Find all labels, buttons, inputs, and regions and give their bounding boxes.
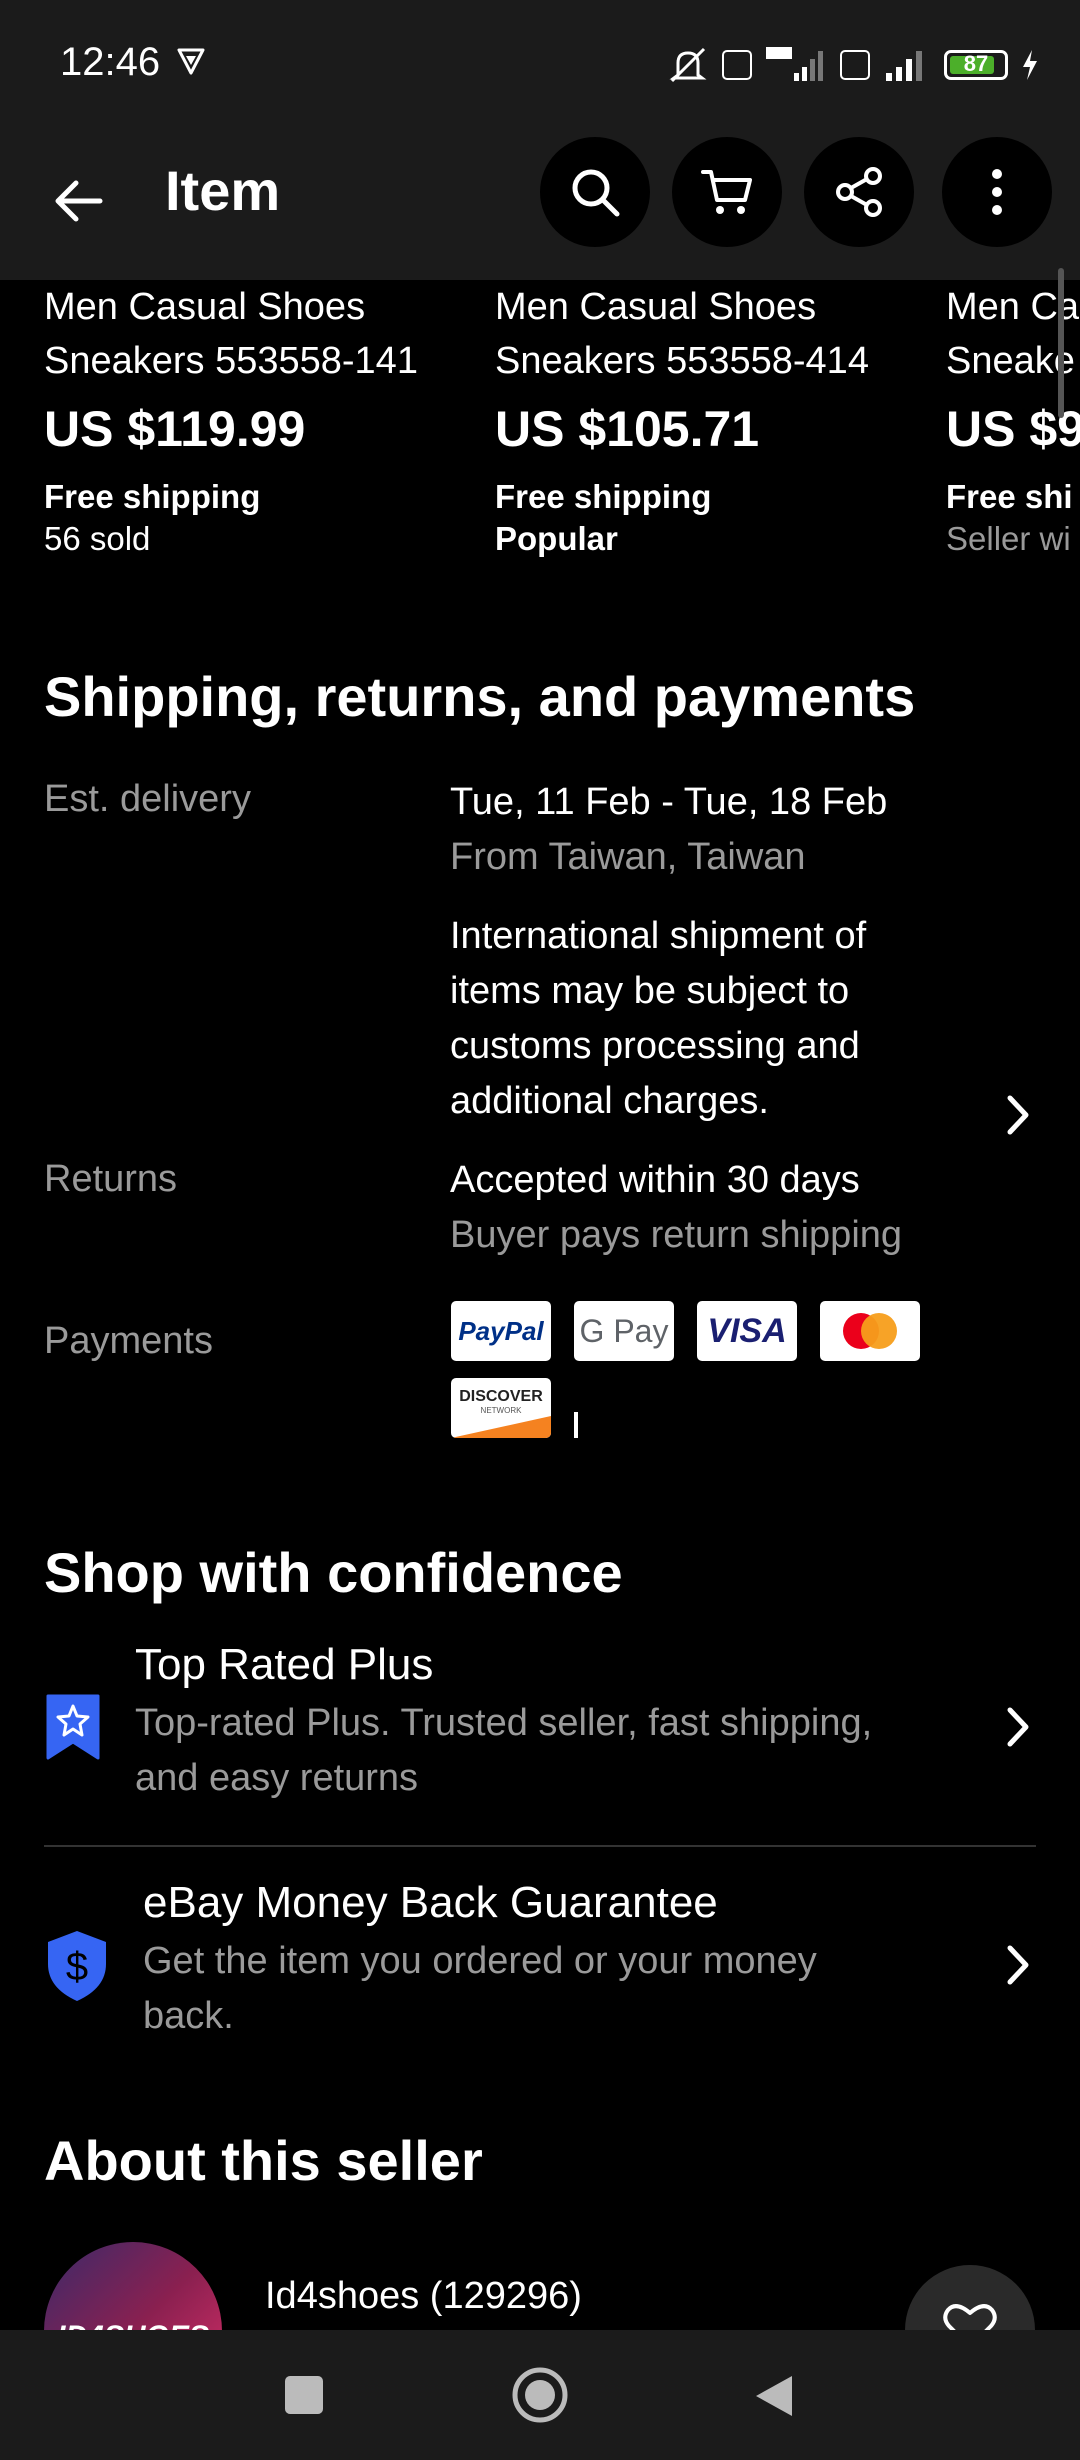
chevron-right-icon[interactable]	[998, 1090, 1038, 1140]
delivery-label: Est. delivery	[44, 778, 251, 820]
money-back-guarantee-row[interactable]: $ eBay Money Back Guarantee Get the item…	[0, 1878, 1080, 2048]
system-nav-bar	[0, 2330, 1080, 2460]
item-price: US $119.99	[44, 401, 306, 457]
item-title: Men Casual Shoes	[44, 286, 366, 328]
similar-item-card[interactable]: Men Casual Shoes Sneakers 553558-141 US …	[44, 280, 464, 558]
item-price: US $105.71	[495, 401, 760, 457]
status-icons: 87	[666, 40, 1040, 90]
item-title: Sneakers 553558-414	[495, 340, 869, 382]
guarantee-sub: back.	[143, 1995, 234, 2037]
back-nav-button[interactable]	[752, 2372, 796, 2420]
google-pay-logo: G Pay	[574, 1301, 674, 1361]
guarantee-title: eBay Money Back Guarantee	[143, 1878, 718, 1927]
google-pay-text: G Pay	[579, 1312, 669, 1349]
top-rated-badge-icon	[46, 1694, 100, 1760]
guarantee-sub: Get the item you ordered or your money	[143, 1940, 817, 1982]
visa-text: VISA	[707, 1311, 787, 1350]
top-rated-plus-row[interactable]: Top Rated Plus Top-rated Plus. Trusted s…	[0, 1640, 1080, 1810]
item-shipping: Free shipping	[44, 478, 261, 515]
discover-text: DISCOVER	[459, 1387, 543, 1405]
home-button[interactable]	[510, 2365, 570, 2425]
top-rated-sub: Top-rated Plus. Trusted seller, fast shi…	[135, 1702, 873, 1744]
intl-line: additional charges.	[450, 1080, 769, 1122]
guarantee-shield-icon: $	[48, 1931, 106, 2001]
chevron-right-icon	[1007, 1707, 1029, 1747]
signal-icon	[886, 51, 922, 81]
item-popular-badge: Popular	[495, 520, 618, 557]
search-icon	[572, 169, 620, 217]
mute-bell-icon	[669, 47, 707, 83]
payments-label: Payments	[44, 1320, 213, 1362]
divider	[44, 1845, 1036, 1847]
paypal-logo: PayPal	[451, 1301, 551, 1361]
share-button[interactable]	[804, 137, 914, 247]
similar-item-card[interactable]: Men Casual Shoes Sneakers 553558-414 US …	[495, 280, 915, 558]
volte-lte-icon	[840, 50, 870, 80]
returns-info: Accepted within 30 days Buyer pays retur…	[450, 1153, 970, 1263]
page-title: Item	[165, 159, 281, 222]
chevron-right-icon	[1007, 1945, 1029, 1985]
status-time: 12:46	[60, 40, 161, 84]
share-icon	[836, 167, 882, 217]
more-options-button[interactable]	[942, 137, 1052, 247]
app-header: Item	[0, 128, 1080, 280]
status-bar: 12:46 87	[0, 0, 1080, 128]
intl-line: International shipment of	[450, 915, 867, 957]
search-button[interactable]	[540, 137, 650, 247]
svg-text:$: $	[66, 1945, 88, 1989]
discover-network-text: NETWORK	[480, 1405, 522, 1415]
charging-icon	[1023, 50, 1037, 80]
scrollbar[interactable]	[1058, 268, 1064, 418]
cart-icon	[701, 170, 752, 214]
item-seller-note: Seller wi	[946, 520, 1071, 557]
battery-icon: 87	[944, 50, 1008, 80]
item-shipping: Free shi	[946, 478, 1073, 515]
mastercard-logo	[820, 1301, 920, 1361]
item-title: Sneakers 553558-141	[44, 340, 418, 382]
intl-line: customs processing and	[450, 1025, 860, 1067]
section-heading-seller: About this seller	[44, 2129, 483, 2192]
visa-logo: VISA	[697, 1301, 797, 1361]
cart-button[interactable]	[672, 137, 782, 247]
vpn-shield-icon	[177, 48, 205, 75]
paypal-text: PayPal	[458, 1315, 544, 1346]
item-sold-count: 56 sold	[44, 520, 151, 557]
top-rated-sub: and easy returns	[135, 1757, 419, 1799]
returns-label: Returns	[44, 1158, 178, 1200]
delivery-origin: From Taiwan, Taiwan	[450, 836, 806, 878]
item-title: Men Casual Shoes	[495, 286, 817, 328]
battery-level: 87	[963, 51, 989, 76]
recents-button[interactable]	[285, 2376, 323, 2414]
returns-value: Accepted within 30 days	[450, 1159, 860, 1201]
5g-signal-icon	[766, 47, 823, 81]
item-shipping: Free shipping	[495, 478, 712, 515]
intl-line: items may be subject to	[450, 970, 850, 1012]
section-heading-confidence: Shop with confidence	[44, 1541, 623, 1604]
back-arrow-icon[interactable]	[50, 173, 106, 229]
text-cursor	[574, 1412, 578, 1438]
seller-name[interactable]: Id4shoes (129296)	[265, 2275, 582, 2318]
more-vertical-icon	[992, 169, 1002, 215]
discover-stripe	[451, 1416, 551, 1438]
section-heading-shipping: Shipping, returns, and payments	[44, 665, 916, 728]
delivery-dates: Tue, 11 Feb - Tue, 18 Feb	[450, 781, 888, 823]
top-rated-title: Top Rated Plus	[135, 1640, 434, 1689]
returns-sub: Buyer pays return shipping	[450, 1214, 903, 1256]
discover-logo: DISCOVER NETWORK	[451, 1378, 551, 1438]
delivery-info[interactable]: Tue, 11 Feb - Tue, 18 Feb From Taiwan, T…	[450, 775, 970, 1129]
mastercard-icon	[843, 1313, 897, 1349]
volte-icon	[722, 50, 752, 80]
